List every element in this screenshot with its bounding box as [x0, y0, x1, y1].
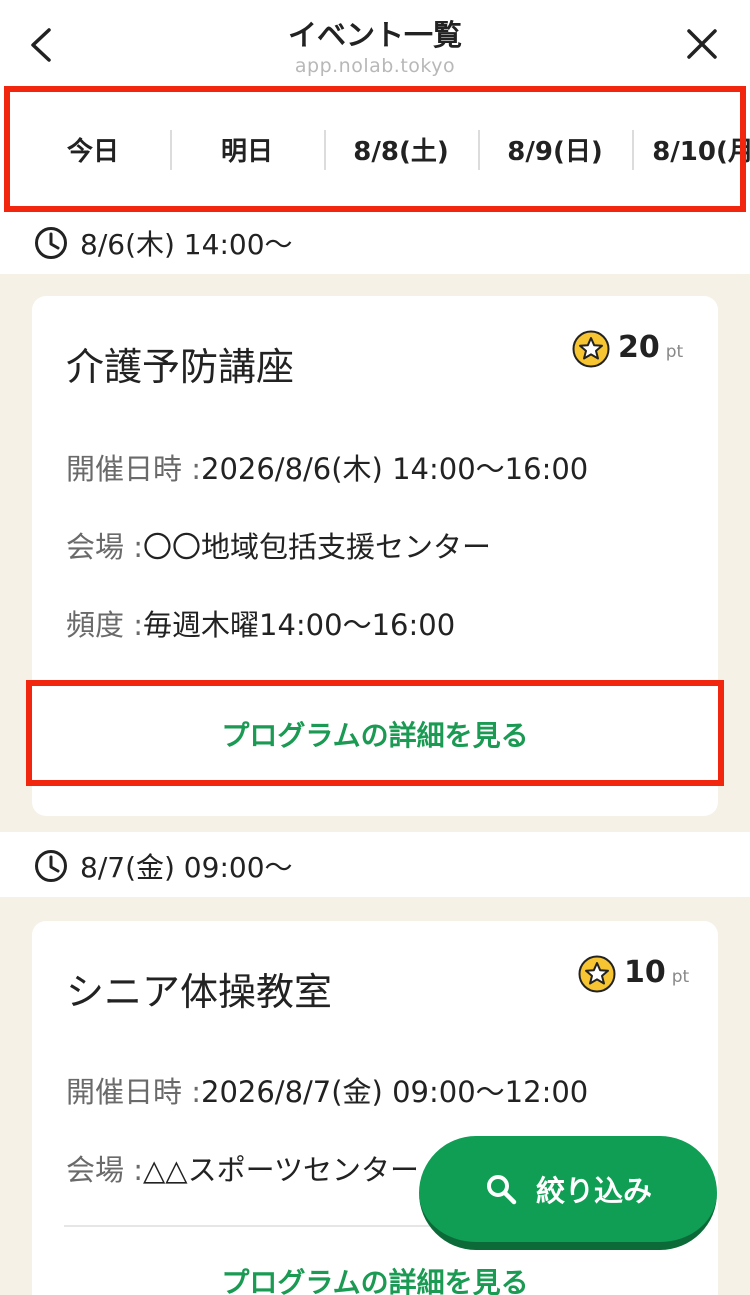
venue-label: 会場 :	[66, 530, 143, 564]
event-card: 介護予防講座 20 pt 開催日時 :2026/8/6(木) 14:00〜16:…	[32, 296, 718, 816]
clock-icon	[35, 850, 67, 882]
event-datetime-row: 開催日時 :2026/8/6(木) 14:00〜16:00	[66, 446, 588, 488]
event-frequency-row: 頻度 :毎週木曜14:00〜16:00	[66, 602, 455, 644]
event-section-header: 8/7(金) 09:00〜	[0, 835, 750, 897]
datetime-value: 2026/8/7(金) 09:00〜12:00	[201, 1075, 589, 1109]
points-value: 20	[618, 330, 660, 365]
venue-value: △△スポーツセンター	[143, 1153, 420, 1187]
datetime-label: 開催日時 :	[66, 452, 201, 486]
event-venue-row: 会場 :△△スポーツセンター	[66, 1147, 419, 1189]
star-icon	[578, 955, 616, 993]
points-unit: pt	[665, 342, 684, 362]
date-tab-tomorrow[interactable]: 明日	[170, 86, 324, 212]
close-icon	[687, 29, 717, 59]
points-value: 10	[624, 955, 666, 990]
event-start-time: 8/7(金) 09:00〜	[80, 851, 293, 884]
app-header: イベント一覧 app.nolab.tokyo	[0, 0, 750, 86]
frequency-value: 毎週木曜14:00〜16:00	[143, 608, 456, 642]
date-tab-8-9[interactable]: 8/9(日)	[478, 86, 632, 212]
star-icon	[572, 330, 610, 368]
datetime-label: 開催日時 :	[66, 1075, 201, 1109]
frequency-label: 頻度 :	[66, 608, 143, 642]
program-detail-link[interactable]: プログラムの詳細を見る	[32, 714, 718, 754]
page-title: イベント一覧	[287, 18, 462, 52]
points-unit: pt	[671, 967, 690, 987]
event-title: 介護予防講座	[66, 345, 295, 389]
venue-value: 〇〇地域包括支援センター	[143, 530, 492, 564]
filter-button-label: 絞り込み	[535, 1174, 652, 1208]
page-url: app.nolab.tokyo	[294, 55, 456, 77]
program-detail-link[interactable]: プログラムの詳細を見る	[32, 1261, 718, 1295]
event-points: 20 pt	[572, 330, 683, 368]
event-list-background: 介護予防講座 20 pt 開催日時 :2026/8/6(木) 14:00〜16:…	[0, 274, 750, 832]
event-datetime-row: 開催日時 :2026/8/7(金) 09:00〜12:00	[66, 1069, 588, 1111]
event-title: シニア体操教室	[66, 970, 333, 1014]
venue-label: 会場 :	[66, 1153, 143, 1187]
search-icon	[486, 1175, 517, 1205]
filter-button[interactable]: 絞り込み	[419, 1136, 717, 1250]
event-points: 10 pt	[578, 955, 689, 993]
datetime-value: 2026/8/6(木) 14:00〜16:00	[201, 452, 589, 486]
date-tab-8-10[interactable]: 8/10(月)	[632, 86, 750, 212]
date-tab-bar: 今日 明日 8/8(土) 8/9(日) 8/10(月)	[0, 86, 750, 212]
event-start-time: 8/6(木) 14:00〜	[80, 228, 293, 261]
close-button[interactable]	[682, 24, 722, 64]
date-tab-today[interactable]: 今日	[16, 86, 170, 212]
date-tab-8-8[interactable]: 8/8(土)	[324, 86, 478, 212]
clock-icon	[35, 227, 67, 259]
event-section-header: 8/6(木) 14:00〜	[0, 212, 750, 274]
event-venue-row: 会場 :〇〇地域包括支援センター	[66, 524, 491, 566]
